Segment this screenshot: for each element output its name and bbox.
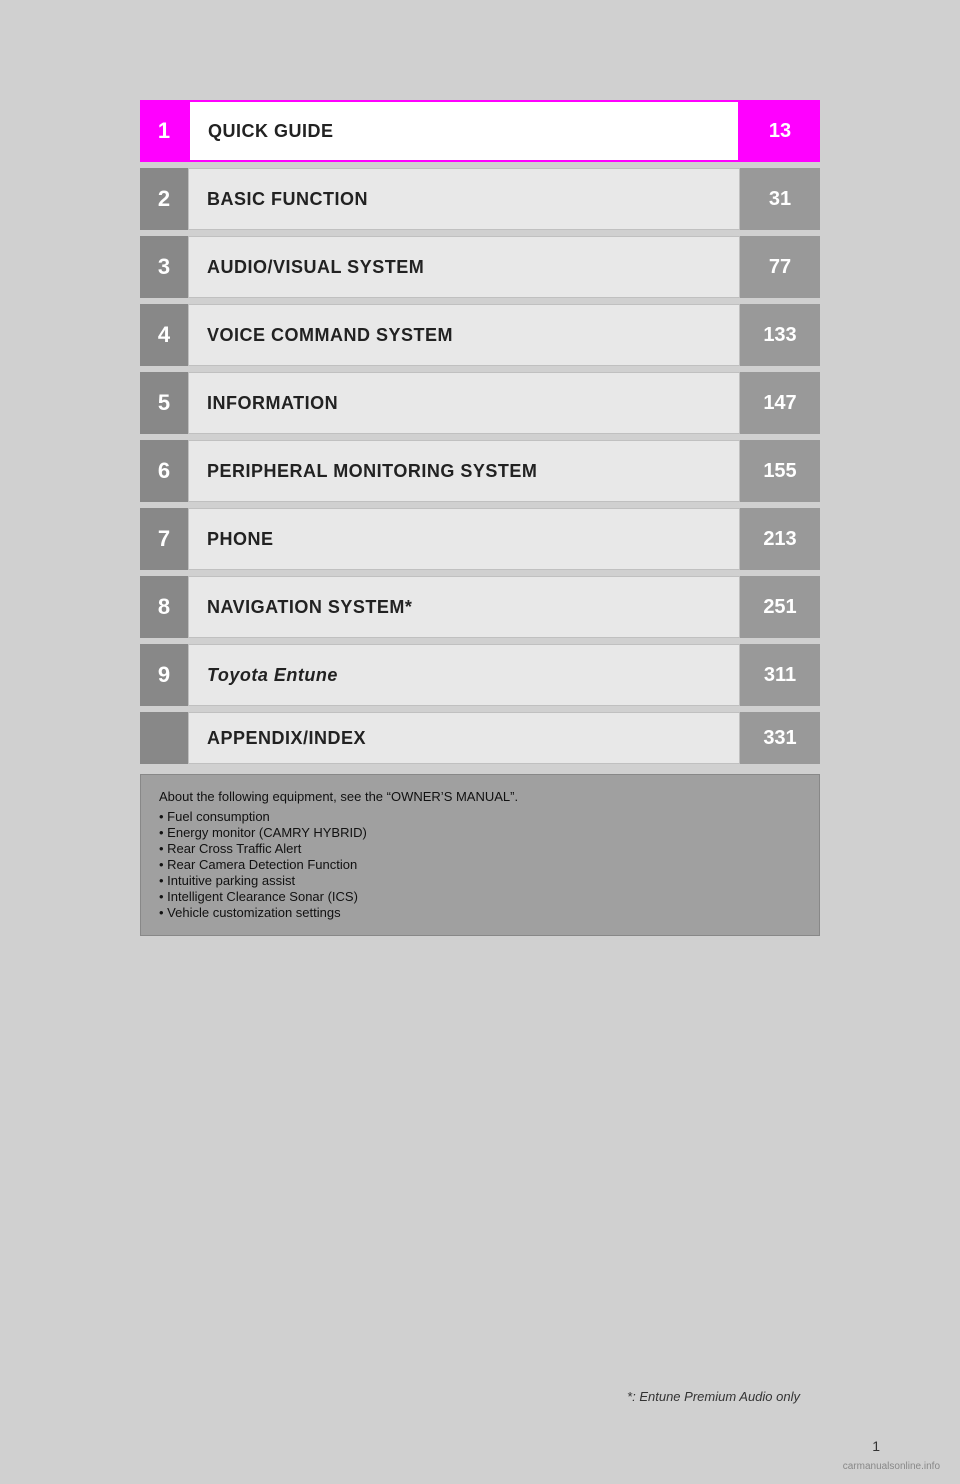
note-intro: About the following equipment, see the “…	[159, 789, 801, 804]
chapter-num-1: 1	[140, 100, 188, 162]
toc-row-5[interactable]: 5 INFORMATION 147	[140, 372, 820, 434]
chapter-title-3: AUDIO/VISUAL SYSTEM	[207, 257, 424, 278]
chapter-num-8: 8	[140, 576, 188, 638]
chapter-title-area-2: BASIC FUNCTION	[188, 168, 740, 230]
chapter-title-2: BASIC FUNCTION	[207, 189, 368, 210]
note-item-6: Intelligent Clearance Sonar (ICS)	[159, 889, 801, 904]
chapter-num-6: 6	[140, 440, 188, 502]
note-item-4: Rear Camera Detection Function	[159, 857, 801, 872]
toc-row-6[interactable]: 6 PERIPHERAL MONITORING SYSTEM 155	[140, 440, 820, 502]
chapter-page-5: 147	[740, 372, 820, 434]
note-item-2: Energy monitor (CAMRY HYBRID)	[159, 825, 801, 840]
note-item-3: Rear Cross Traffic Alert	[159, 841, 801, 856]
chapter-page-1: 13	[740, 100, 820, 162]
chapter-title-5: INFORMATION	[207, 393, 338, 414]
chapter-num-4: 4	[140, 304, 188, 366]
chapter-num-2: 2	[140, 168, 188, 230]
chapter-num-9: 9	[140, 644, 188, 706]
toc-row-7[interactable]: 7 PHONE 213	[140, 508, 820, 570]
chapter-num-appendix	[140, 712, 188, 764]
chapter-title-1: QUICK GUIDE	[208, 121, 334, 142]
chapter-num-7: 7	[140, 508, 188, 570]
chapter-title-area-appendix: APPENDIX/INDEX	[188, 712, 740, 764]
chapter-page-7: 213	[740, 508, 820, 570]
chapter-title-8: NAVIGATION SYSTEM*	[207, 597, 412, 618]
toc-row-appendix[interactable]: APPENDIX/INDEX 331	[140, 712, 820, 764]
chapter-title-area-7: PHONE	[188, 508, 740, 570]
toc-row-8[interactable]: 8 NAVIGATION SYSTEM* 251	[140, 576, 820, 638]
toc-row-9[interactable]: 9 Toyota Entune 311	[140, 644, 820, 706]
chapter-title-area-3: AUDIO/VISUAL SYSTEM	[188, 236, 740, 298]
toc-row-1[interactable]: 1 QUICK GUIDE 13	[140, 100, 820, 162]
chapter-title-7: PHONE	[207, 529, 274, 550]
chapter-title-area-9: Toyota Entune	[188, 644, 740, 706]
chapter-title-area-1: QUICK GUIDE	[188, 100, 740, 162]
chapter-title-area-8: NAVIGATION SYSTEM*	[188, 576, 740, 638]
chapter-title-9: Toyota Entune	[207, 665, 338, 686]
toc-container: 1 QUICK GUIDE 13 2 BASIC FUNCTION 31 3 A…	[140, 100, 820, 966]
chapter-page-3: 77	[740, 236, 820, 298]
chapter-title-area-5: INFORMATION	[188, 372, 740, 434]
chapter-title-appendix: APPENDIX/INDEX	[207, 728, 366, 749]
note-item-1: Fuel consumption	[159, 809, 801, 824]
chapter-page-4: 133	[740, 304, 820, 366]
chapter-num-5: 5	[140, 372, 188, 434]
toc-row-3[interactable]: 3 AUDIO/VISUAL SYSTEM 77	[140, 236, 820, 298]
chapter-page-8: 251	[740, 576, 820, 638]
page-container: 1 QUICK GUIDE 13 2 BASIC FUNCTION 31 3 A…	[0, 0, 960, 1484]
page-number: 1	[872, 1438, 880, 1454]
chapter-title-6: PERIPHERAL MONITORING SYSTEM	[207, 461, 537, 482]
watermark: carmanualsonline.info	[843, 1461, 940, 1472]
toc-row-2[interactable]: 2 BASIC FUNCTION 31	[140, 168, 820, 230]
note-item-7: Vehicle customization settings	[159, 905, 801, 920]
chapter-page-appendix: 331	[740, 712, 820, 764]
chapter-page-9: 311	[740, 644, 820, 706]
note-item-5: Intuitive parking assist	[159, 873, 801, 888]
chapter-num-3: 3	[140, 236, 188, 298]
chapter-page-6: 155	[740, 440, 820, 502]
toc-row-4[interactable]: 4 VOICE COMMAND SYSTEM 133	[140, 304, 820, 366]
note-list: Fuel consumption Energy monitor (CAMRY H…	[159, 809, 801, 920]
note-box: About the following equipment, see the “…	[140, 774, 820, 936]
chapter-title-area-6: PERIPHERAL MONITORING SYSTEM	[188, 440, 740, 502]
chapter-title-area-4: VOICE COMMAND SYSTEM	[188, 304, 740, 366]
chapter-title-4: VOICE COMMAND SYSTEM	[207, 325, 453, 346]
chapter-page-2: 31	[740, 168, 820, 230]
footnote: *: Entune Premium Audio only	[627, 1389, 800, 1404]
